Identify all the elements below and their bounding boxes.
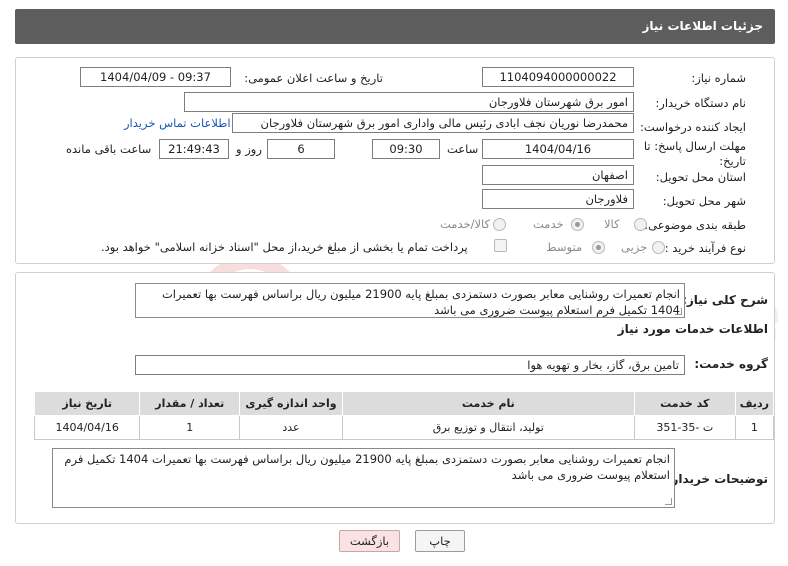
remaining-days-field: 6 <box>267 139 335 159</box>
services-section-title: اطلاعات خدمات مورد نیاز <box>617 322 768 336</box>
creator-field: محمدرضا نوریان نجف ابادی رئیس مالی وادار… <box>232 113 634 133</box>
buyer-org-field: امور برق شهرستان فلاورجان <box>184 92 634 112</box>
print-button[interactable]: چاپ <box>415 530 465 552</box>
column-header-need-date: تاریخ نیاز <box>33 391 141 416</box>
resize-grip-icon[interactable] <box>665 498 672 505</box>
category-radio-goods-service[interactable] <box>493 218 506 231</box>
remaining-time-label: ساعت باقی مانده <box>66 142 152 156</box>
page-title: جزئیات اطلاعات نیاز <box>642 19 763 33</box>
remaining-days-label: روز و <box>236 142 262 156</box>
cell-quantity: 1 <box>139 415 241 440</box>
city-label: شهر محل تحویل: <box>662 194 746 208</box>
process-type-label: نوع فرآیند خرید : <box>664 241 746 255</box>
need-number-field: 1104094000000022 <box>482 67 634 87</box>
summary-label: شرح کلی نیاز: <box>682 293 768 307</box>
remaining-time-field: 21:49:43 <box>159 139 229 159</box>
column-header-service-code: کد خدمت <box>633 391 736 416</box>
treasury-payment-note: پرداخت تمام یا بخشی از مبلغ خرید،از محل … <box>101 240 468 254</box>
buyer-org-label: نام دستگاه خریدار: <box>655 96 746 110</box>
cell-service-name: تولید، انتقال و توزیع برق <box>341 415 635 440</box>
announce-date-field: 1404/04/09 - 09:37 <box>80 67 231 87</box>
service-group-field: تامین برق، گاز، بخار و تهویه هوا <box>135 355 685 375</box>
process-option-minor: جزیی <box>621 240 648 254</box>
category-option-goods: کالا <box>604 217 620 231</box>
deadline-date-field: 1404/04/16 <box>482 139 634 159</box>
buyer-contact-link[interactable]: اطلاعات تماس خریدار <box>124 116 231 130</box>
announce-date-label: تاریخ و ساعت اعلان عمومی: <box>244 71 383 85</box>
process-radio-minor[interactable] <box>652 241 665 254</box>
category-option-service: خدمت <box>533 217 564 231</box>
process-radio-medium[interactable] <box>592 241 605 254</box>
service-group-label: گروه خدمت: <box>694 357 768 371</box>
summary-text: انجام تعمیرات روشنایی معابر بصورت دستمزد… <box>161 287 680 317</box>
buyer-notes-textarea: انجام تعمیرات روشنایی معابر بصورت دستمزد… <box>52 448 675 508</box>
category-label: طبقه بندی موضوعی: <box>644 218 746 232</box>
column-header-service-name: نام خدمت <box>341 391 635 416</box>
cell-need-date: 1404/04/16 <box>33 415 141 440</box>
services-table: ردیف کد خدمت نام خدمت واحد اندازه گیری ت… <box>33 391 775 440</box>
treasury-payment-checkbox[interactable] <box>494 239 507 252</box>
buyer-notes-text: انجام تعمیرات روشنایی معابر بصورت دستمزد… <box>64 452 670 482</box>
column-header-unit: واحد اندازه گیری <box>239 391 343 416</box>
cell-unit: عدد <box>239 415 343 440</box>
process-option-medium: متوسط <box>546 240 583 254</box>
table-header-row: ردیف کد خدمت نام خدمت واحد اندازه گیری ت… <box>33 391 775 416</box>
deadline-label: مهلت ارسال پاسخ: تا تاریخ: <box>643 139 746 168</box>
deadline-time-field: 09:30 <box>372 139 440 159</box>
column-header-quantity: تعداد / مقدار <box>139 391 241 416</box>
category-radio-service[interactable] <box>571 218 584 231</box>
category-option-goods-service: کالا/خدمت <box>440 217 491 231</box>
category-radio-goods[interactable] <box>634 218 647 231</box>
page-header: جزئیات اطلاعات نیاز <box>15 9 775 44</box>
province-label: استان محل تحویل: <box>655 170 746 184</box>
province-field: اصفهان <box>482 165 634 185</box>
creator-label: ایجاد کننده درخواست: <box>640 120 746 134</box>
column-header-row-number: ردیف <box>734 391 775 416</box>
buyer-notes-label: توضیحات خریدار: <box>666 472 768 486</box>
back-button[interactable]: بازگشت <box>339 530 400 552</box>
need-number-label: شماره نیاز: <box>691 71 746 85</box>
table-row: 1 ت -35-351 تولید، انتقال و توزیع برق عد… <box>33 415 775 440</box>
city-field: فلاورجان <box>482 189 634 209</box>
resize-grip-icon[interactable] <box>675 308 682 315</box>
deadline-time-label: ساعت <box>447 142 479 156</box>
summary-textarea: انجام تعمیرات روشنایی معابر بصورت دستمزد… <box>135 283 685 318</box>
cell-row-number: 1 <box>734 415 775 440</box>
cell-service-code: ت -35-351 <box>633 415 736 440</box>
